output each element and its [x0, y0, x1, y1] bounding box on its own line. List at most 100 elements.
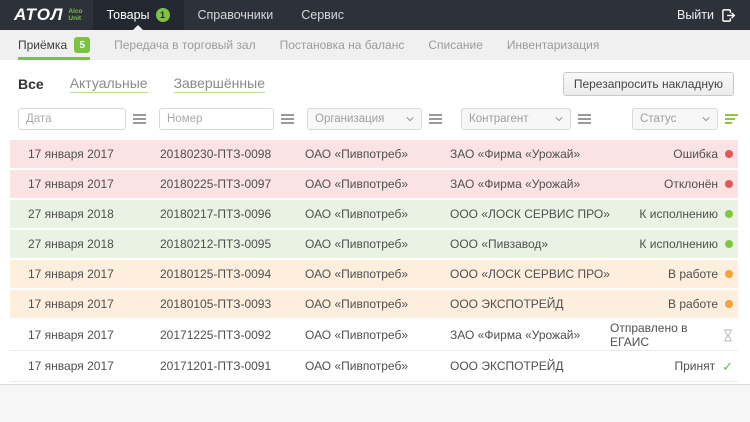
number-filter-input[interactable] — [159, 108, 274, 130]
cell-organization: ОАО «Пивпотреб» — [305, 359, 450, 373]
view-filter-row: Все Актуальные Завершённые Перезапросить… — [0, 60, 750, 102]
cell-counterparty: ООО ЭКСПОТРЕЙД — [450, 359, 610, 373]
hourglass-icon — [723, 329, 733, 342]
logout-icon — [721, 8, 736, 23]
app-window: АТОЛ Alco Unit Товары 1 Справочники Серв… — [0, 0, 750, 422]
invoices-table: 17 января 2017 20180230-ПТЗ-0098 ОАО «Пи… — [10, 140, 738, 382]
cell-organization: ОАО «Пивпотреб» — [305, 237, 450, 251]
cell-status: Отправлено в ЕГАИС — [610, 321, 738, 349]
table-row[interactable]: 17 января 2017 20180225-ПТЗ-0097 ОАО «Пи… — [10, 170, 738, 200]
status-dot-icon — [725, 180, 733, 188]
counterparty-filter-menu-icon[interactable] — [578, 114, 591, 124]
table-row[interactable]: 27 января 2018 20180212-ПТЗ-0095 ОАО «Пи… — [10, 230, 738, 260]
cell-counterparty: ЗАО «Фирма «Урожай» — [450, 177, 610, 191]
column-filters: Организация Контрагент Статус — [0, 102, 750, 140]
menu-item-goods[interactable]: Товары 1 — [93, 0, 184, 30]
date-filter-input[interactable] — [18, 108, 126, 130]
table-row[interactable]: 17 января 2017 20171201-ПТЗ-0091 ОАО «Пи… — [10, 351, 738, 382]
view-tab-all[interactable]: Все — [18, 76, 44, 93]
tab-postanovka[interactable]: Постановка на баланс — [280, 30, 405, 60]
date-filter-menu-icon[interactable] — [133, 114, 146, 124]
cell-counterparty: ООО «ЛОСК СЕРВИС ПРО» — [450, 207, 610, 221]
cell-counterparty: ООО ЭКСПОТРЕЙД — [450, 297, 610, 311]
chevron-down-icon — [406, 115, 414, 123]
priemka-count-badge: 5 — [74, 37, 90, 53]
status-label: В работе — [668, 267, 718, 281]
counterparty-filter-select[interactable]: Контрагент — [461, 108, 571, 130]
menu-item-service[interactable]: Сервис — [287, 0, 358, 30]
cell-organization: ОАО «Пивпотреб» — [305, 207, 450, 221]
logout-button[interactable]: Выйти — [663, 0, 750, 30]
cell-status: К исполнению — [610, 207, 738, 221]
number-filter-menu-icon[interactable] — [281, 114, 294, 124]
status-filter-select[interactable]: Статус — [632, 108, 718, 130]
organization-filter-select[interactable]: Организация — [307, 108, 422, 130]
cell-number: 20180105-ПТЗ-0093 — [160, 297, 305, 311]
main-menu: Товары 1 Справочники Сервис — [93, 0, 359, 30]
cell-status: К исполнению — [610, 237, 738, 251]
cell-date: 17 января 2017 — [10, 177, 160, 191]
atol-logo-text: АТОЛ — [14, 5, 63, 25]
chevron-down-icon — [702, 115, 710, 123]
cell-organization: ОАО «Пивпотреб» — [305, 297, 450, 311]
alco-unit-label: Alco Unit — [68, 8, 82, 23]
status-label: Принят — [674, 359, 715, 373]
cell-counterparty: ЗАО «Фирма «Урожай» — [450, 147, 610, 161]
tab-spisanie[interactable]: Списание — [428, 30, 483, 60]
status-dot-icon — [725, 240, 733, 248]
status-dot-icon — [725, 300, 733, 308]
table-row[interactable]: 17 января 2017 20180105-ПТЗ-0093 ОАО «Пи… — [10, 290, 738, 320]
cell-date: 17 января 2017 — [10, 297, 160, 311]
cell-status: В работе — [610, 297, 738, 311]
cell-date: 17 января 2017 — [10, 328, 160, 342]
view-tab-completed[interactable]: Завершённые — [174, 75, 265, 93]
cell-number: 20171201-ПТЗ-0091 — [160, 359, 305, 373]
cell-status: Принят ✓ — [610, 359, 738, 373]
requery-invoice-button[interactable]: Перезапросить накладную — [563, 72, 734, 96]
menu-item-directories[interactable]: Справочники — [184, 0, 288, 30]
cell-number: 20180225-ПТЗ-0097 — [160, 177, 305, 191]
cell-date: 27 января 2018 — [10, 237, 160, 251]
cell-organization: ОАО «Пивпотреб» — [305, 267, 450, 281]
status-dot-icon — [725, 150, 733, 158]
tab-inventarizaciya[interactable]: Инвентаризация — [507, 30, 599, 60]
cell-status: Ошибка — [610, 147, 738, 161]
status-label: Отправлено в ЕГАИС — [610, 321, 716, 349]
top-bar: АТОЛ Alco Unit Товары 1 Справочники Серв… — [0, 0, 750, 30]
cell-date: 17 января 2017 — [10, 267, 160, 281]
cell-counterparty: ООО «Пивзавод» — [450, 237, 610, 251]
status-label: К исполнению — [639, 207, 718, 221]
view-tab-actual[interactable]: Актуальные — [70, 75, 148, 93]
tab-peredacha[interactable]: Передача в торговый зал — [114, 30, 255, 60]
organization-filter-menu-icon[interactable] — [429, 114, 442, 124]
cell-counterparty: ЗАО «Фирма «Урожай» — [450, 328, 610, 342]
status-label: Ошибка — [673, 147, 718, 161]
table-row[interactable]: 17 января 2017 20180230-ПТЗ-0098 ОАО «Пи… — [10, 140, 738, 170]
cell-number: 20171225-ПТЗ-0092 — [160, 328, 305, 342]
status-check-icon: ✓ — [722, 360, 733, 373]
section-tabs: Приёмка 5 Передача в торговый зал Постан… — [0, 30, 750, 60]
atol-logo: АТОЛ Alco Unit — [0, 0, 93, 30]
table-row[interactable]: 17 января 2017 20180125-ПТЗ-0094 ОАО «Пи… — [10, 260, 738, 290]
status-dot-icon — [725, 270, 733, 278]
cell-date: 27 января 2018 — [10, 207, 160, 221]
cell-organization: ОАО «Пивпотреб» — [305, 328, 450, 342]
table-row[interactable]: 27 января 2018 20180217-ПТЗ-0096 ОАО «Пи… — [10, 200, 738, 230]
cell-number: 20180212-ПТЗ-0095 — [160, 237, 305, 251]
tab-priemka[interactable]: Приёмка 5 — [18, 30, 90, 60]
status-filter-active-icon[interactable] — [725, 114, 738, 124]
status-label: В работе — [668, 297, 718, 311]
cell-organization: ОАО «Пивпотреб» — [305, 177, 450, 191]
cell-status: Отклонён — [610, 177, 738, 191]
status-label: К исполнению — [639, 237, 718, 251]
status-dot-icon — [725, 210, 733, 218]
goods-count-badge: 1 — [156, 8, 170, 22]
cell-organization: ОАО «Пивпотреб» — [305, 147, 450, 161]
cell-number: 20180230-ПТЗ-0098 — [160, 147, 305, 161]
page-footer-area — [0, 384, 750, 422]
cell-number: 20180217-ПТЗ-0096 — [160, 207, 305, 221]
status-label: Отклонён — [664, 177, 718, 191]
table-row[interactable]: 17 января 2017 20171225-ПТЗ-0092 ОАО «Пи… — [10, 320, 738, 351]
cell-status: В работе — [610, 267, 738, 281]
cell-number: 20180125-ПТЗ-0094 — [160, 267, 305, 281]
